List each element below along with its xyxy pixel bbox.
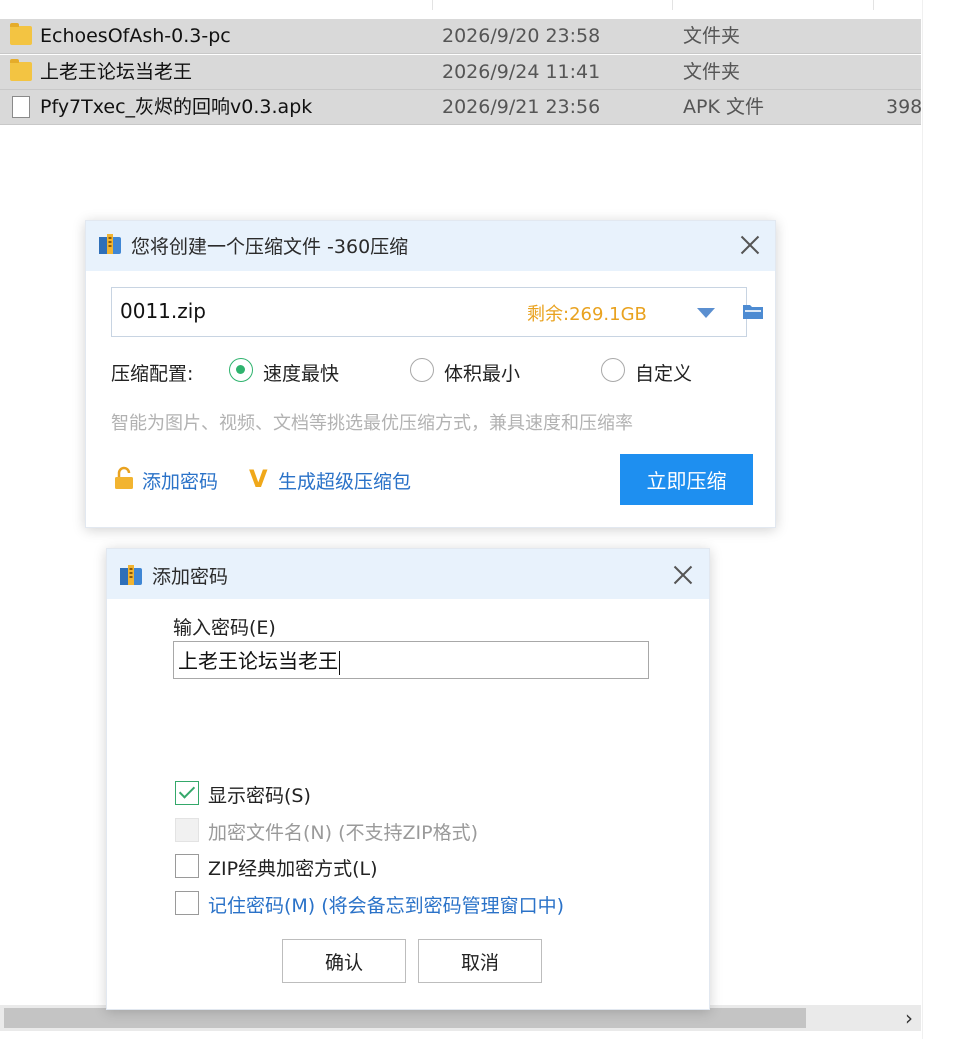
radio-custom[interactable] [601,358,625,382]
folder-icon [10,59,32,81]
cancel-button[interactable]: 取消 [418,939,542,983]
radio-smallest[interactable] [410,358,434,382]
zip-classic-encryption-label[interactable]: ZIP经典加密方式(L) [208,854,378,881]
radio-label-fastest[interactable]: 速度最快 [263,359,339,386]
dialog-titlebar[interactable]: 添加密码 [107,549,709,599]
file-row[interactable]: EchoesOfAsh-0.3-pc 2026/9/20 23:58 文件夹 [0,19,921,54]
archive-icon [99,234,121,254]
column-divider[interactable] [432,0,433,10]
remember-password-label[interactable]: 记住密码(M) (将会备忘到密码管理窗口中) [208,891,564,918]
compress-now-button[interactable]: 立即压缩 [620,454,753,505]
show-password-checkbox[interactable] [175,781,199,805]
close-icon[interactable] [671,563,695,587]
file-date: 2026/9/24 11:41 [442,61,601,83]
dialog-titlebar[interactable]: 您将创建一个压缩文件 -360压缩 [86,221,775,271]
file-name: EchoesOfAsh-0.3-pc [40,25,231,47]
dropdown-arrow-icon[interactable] [697,308,715,318]
close-icon[interactable] [738,233,762,257]
archive-icon [120,565,142,585]
file-type: APK 文件 [683,96,764,118]
file-icon [12,96,30,118]
details-pane [922,0,960,1039]
column-divider[interactable] [672,0,673,10]
show-password-label[interactable]: 显示密码(S) [208,781,311,808]
dialog-title: 添加密码 [152,566,229,588]
lock-icon [115,466,133,489]
vip-icon: V [249,465,268,493]
file-row[interactable]: Pfy7Txec_灰烬的回响v0.3.apk 2026/9/21 23:56 A… [0,90,921,125]
confirm-button[interactable]: 确认 [282,939,406,983]
password-input-label: 输入密码(E) [173,617,276,639]
file-size: 398 [886,96,921,118]
file-type: 文件夹 [683,25,741,47]
password-input[interactable]: 上老王论坛当老王 [173,641,649,679]
archive-name-value[interactable]: 0011.zip [120,299,206,323]
file-name: 上老王论坛当老王 [40,61,193,83]
file-type: 文件夹 [683,61,741,83]
free-space-label: 剩余:269.1GB [527,304,647,325]
file-date: 2026/9/21 23:56 [442,96,601,118]
file-name: Pfy7Txec_灰烬的回响v0.3.apk [40,96,313,118]
radio-label-custom[interactable]: 自定义 [635,359,692,386]
zip-classic-encryption-checkbox[interactable] [175,854,199,878]
encrypt-filename-checkbox [175,818,199,842]
folder-browse-icon[interactable] [742,302,764,320]
password-value: 上老王论坛当老王 [178,649,338,673]
dialog-title: 您将创建一个压缩文件 -360压缩 [131,236,409,258]
encrypt-filename-label: 加密文件名(N) (不支持ZIP格式) [208,822,478,844]
file-row[interactable]: 上老王论坛当老王 2026/9/24 11:41 文件夹 [0,55,921,90]
super-package-link[interactable]: 生成超级压缩包 [278,467,411,494]
folder-icon [10,23,32,45]
text-caret [339,650,340,675]
radio-fastest[interactable] [229,358,253,382]
compress-dialog: 您将创建一个压缩文件 -360压缩 0011.zip 剩余:269.1GB 压缩… [85,220,776,528]
scroll-right-arrow-icon[interactable]: › [898,1005,920,1031]
archive-name-field[interactable]: 0011.zip 剩余:269.1GB [111,287,763,337]
radio-label-smallest[interactable]: 体积最小 [444,359,520,386]
file-date: 2026/9/20 23:58 [442,25,601,47]
add-password-link[interactable]: 添加密码 [142,467,218,494]
compress-config-label: 压缩配置: [111,363,194,385]
remember-password-checkbox[interactable] [175,891,199,915]
scrollbar-thumb[interactable] [4,1008,806,1028]
add-password-dialog: 添加密码 输入密码(E) 上老王论坛当老王 显示密码(S) 加密文件名(N) (… [106,548,710,1010]
column-divider[interactable] [873,0,874,10]
compress-hint: 智能为图片、视频、文档等挑选最优压缩方式，兼具速度和压缩率 [111,413,633,434]
